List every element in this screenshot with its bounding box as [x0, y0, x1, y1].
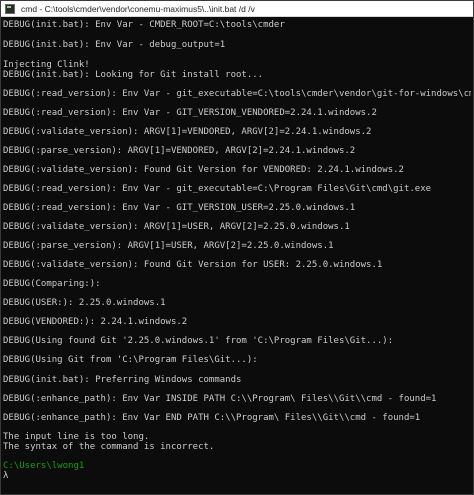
console-line: DEBUG(:validate_version): Found Git Vers… — [3, 165, 404, 175]
console-line: DEBUG(:validate_version): ARGV[1]=VENDOR… — [3, 127, 372, 137]
console-line: DEBUG(:validate_version): Found Git Vers… — [3, 260, 383, 270]
console-line: DEBUG(USER:): 2.25.0.windows.1 — [3, 298, 166, 308]
console-line: DEBUG(Using found Git '2.25.0.windows.1'… — [3, 336, 394, 346]
window-title: cmd - C:\tools\cmder\vendor\conemu-maxim… — [21, 3, 255, 14]
title-bar[interactable]: cmd - C:\tools\cmder\vendor\conemu-maxim… — [1, 1, 473, 17]
console-line: DEBUG(init.bat): Preferring Windows comm… — [3, 375, 242, 385]
console-line: DEBUG(Using Git from 'C:\Program Files\G… — [3, 355, 258, 365]
console-output[interactable]: DEBUG(init.bat): Env Var - CMDER_ROOT=C:… — [3, 20, 471, 494]
console-line: DEBUG(init.bat): Looking for Git install… — [3, 70, 264, 80]
console-line: DEBUG(:parse_version): ARGV[1]=VENDORED,… — [3, 146, 356, 156]
console-line: DEBUG(init.bat): Env Var - debug_output=… — [3, 40, 226, 50]
console-line: DEBUG(:parse_version): ARGV[1]=USER, ARG… — [3, 241, 334, 251]
cmder-app-icon — [5, 3, 15, 14]
console-line: DEBUG(:enhance_path): Env Var END PATH C… — [3, 413, 421, 423]
console-line: DEBUG(:read_version): Env Var - GIT_VERS… — [3, 108, 377, 118]
console-window: cmd - C:\tools\cmder\vendor\conemu-maxim… — [0, 0, 474, 495]
console-line: DEBUG(VENDORED:): 2.24.1.windows.2 — [3, 317, 188, 327]
console-line: DEBUG(:enhance_path): Env Var INSIDE PAT… — [3, 394, 437, 404]
prompt-symbol[interactable]: λ — [3, 471, 8, 482]
console-line: DEBUG(:read_version): Env Var - git_exec… — [3, 184, 432, 194]
console-line: The syntax of the command is incorrect. — [3, 442, 215, 452]
console-line: DEBUG(:read_version): Env Var - git_exec… — [3, 89, 471, 99]
console-line: DEBUG(:read_version): Env Var - GIT_VERS… — [3, 203, 356, 213]
console-line: DEBUG(:validate_version): ARGV[1]=USER, … — [3, 222, 350, 232]
console-line: DEBUG(init.bat): Env Var - CMDER_ROOT=C:… — [3, 20, 285, 30]
prompt-path: C:\Users\lwong1 — [3, 461, 85, 471]
console-line: DEBUG(Comparing:): — [3, 279, 101, 289]
